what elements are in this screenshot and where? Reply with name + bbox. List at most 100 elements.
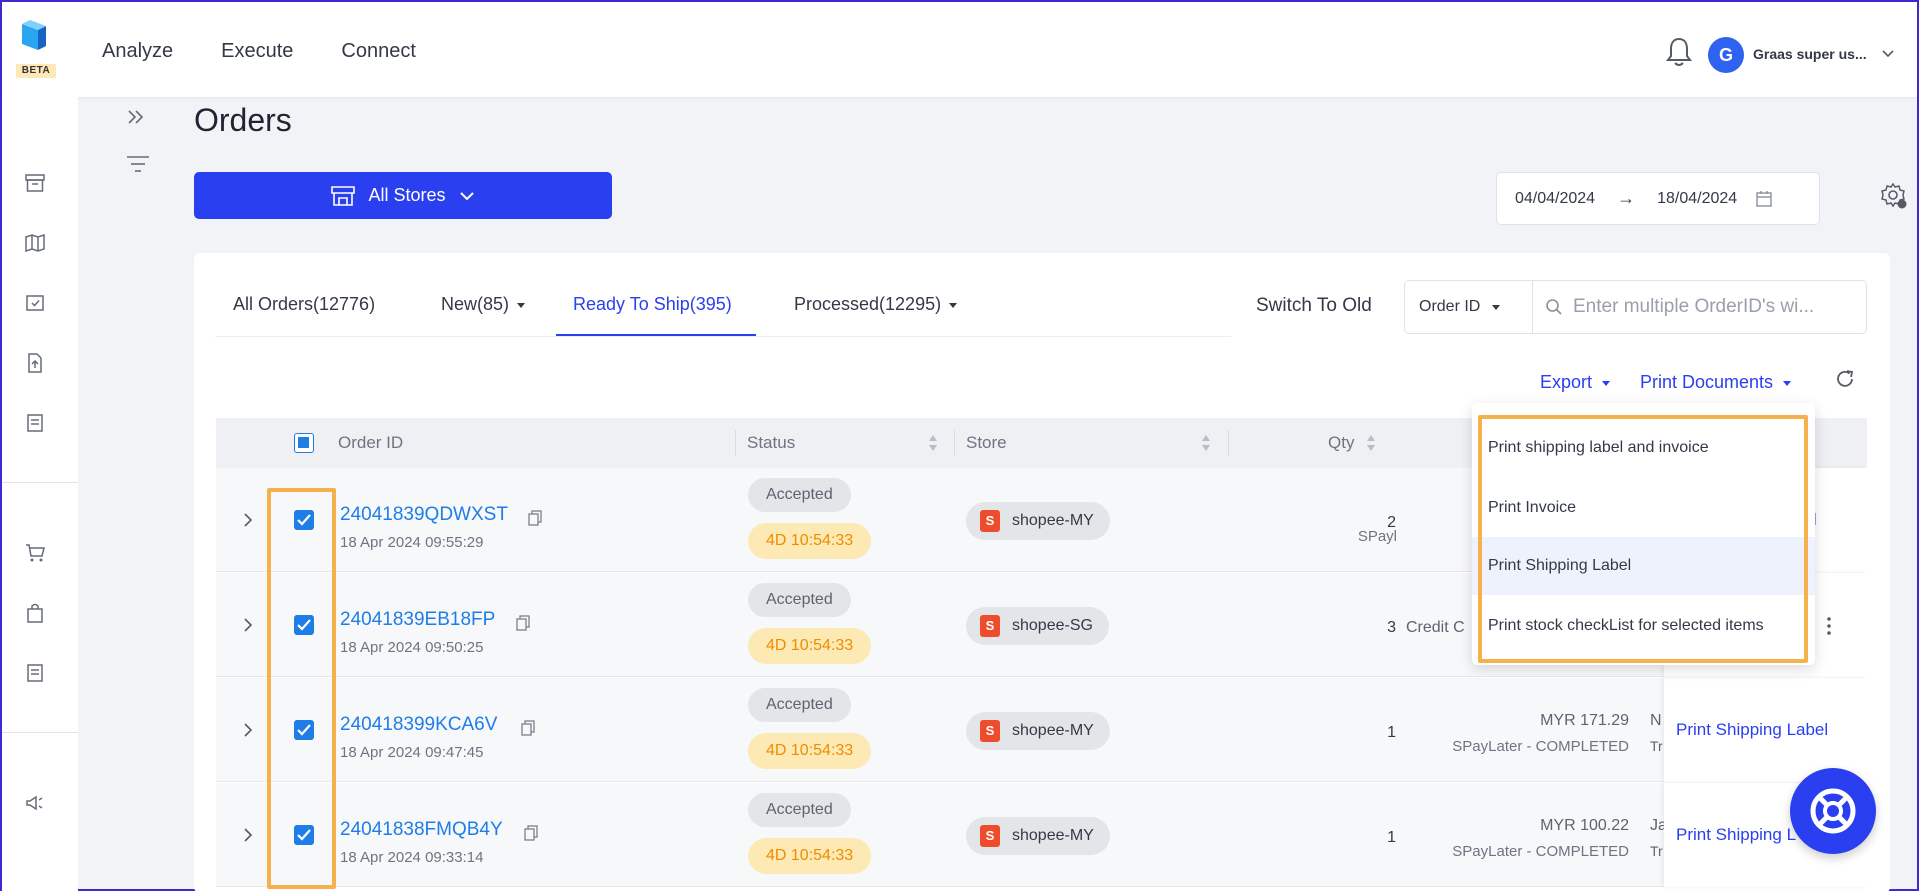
shopee-icon: S bbox=[980, 510, 1000, 532]
beta-badge: BETA bbox=[16, 64, 56, 78]
username[interactable]: Graas super us... bbox=[1753, 46, 1867, 62]
caret-down-icon bbox=[1602, 380, 1611, 386]
kebab-menu-icon[interactable] bbox=[1826, 616, 1832, 636]
all-stores-dropdown[interactable]: All Stores bbox=[194, 172, 612, 219]
chevron-right-icon[interactable] bbox=[242, 512, 254, 528]
chevron-down-icon bbox=[459, 191, 474, 200]
list-doc-icon[interactable] bbox=[24, 662, 46, 684]
tab-label: Processed(12295) bbox=[794, 294, 942, 314]
store-name: shopee-MY bbox=[1012, 722, 1094, 739]
order-date: 18 Apr 2024 09:33:14 bbox=[340, 849, 484, 866]
nav-execute[interactable]: Execute bbox=[221, 40, 293, 63]
top-nav: Analyze Execute Connect bbox=[102, 40, 416, 63]
timer-badge: 4D 10:54:33 bbox=[748, 838, 872, 874]
qty-value: 3 bbox=[1387, 619, 1396, 636]
store-name: shopee-MY bbox=[1012, 512, 1094, 529]
copy-icon[interactable] bbox=[524, 825, 538, 841]
print-documents-dropdown[interactable]: Print Documents bbox=[1640, 372, 1792, 393]
caret-down-icon bbox=[1492, 304, 1501, 310]
date-arrow: → bbox=[1617, 188, 1636, 208]
switch-to-old-link[interactable]: Switch To Old bbox=[1256, 295, 1372, 317]
table-row[interactable]: 240418399KCA6V 18 Apr 2024 09:47:45 Acce… bbox=[216, 678, 1867, 782]
export-dropdown[interactable]: Export bbox=[1540, 372, 1611, 393]
timer-badge: 4D 10:54:33 bbox=[748, 628, 872, 664]
archive-icon[interactable] bbox=[24, 172, 46, 194]
copy-icon[interactable] bbox=[516, 615, 530, 631]
active-tab-indicator bbox=[556, 334, 756, 336]
customer-name: N bbox=[1650, 712, 1662, 729]
tab-ready-to-ship[interactable]: Ready To Ship(395) bbox=[573, 294, 732, 315]
col-order-id: Order ID bbox=[338, 433, 404, 452]
shopee-icon: S bbox=[980, 615, 1000, 637]
table-row[interactable]: 24041838FMQB4Y 18 Apr 2024 09:33:14 Acce… bbox=[216, 783, 1867, 887]
avatar[interactable]: G bbox=[1708, 37, 1744, 73]
timer-badge: 4D 10:54:33 bbox=[748, 523, 872, 559]
date-from: 04/04/2024 bbox=[1515, 189, 1596, 207]
status-badge: Accepted bbox=[748, 478, 851, 512]
sidebar-divider bbox=[2, 732, 78, 733]
order-date: 18 Apr 2024 09:50:25 bbox=[340, 639, 484, 656]
order-search-input[interactable] bbox=[1573, 296, 1853, 318]
store-pill: S shopee-MY bbox=[966, 502, 1110, 540]
order-id-link[interactable]: 24041838FMQB4Y bbox=[340, 819, 503, 841]
chevron-right-icon[interactable] bbox=[242, 827, 254, 843]
payment-method: Credit C bbox=[1406, 619, 1465, 636]
search-icon bbox=[1546, 299, 1562, 315]
tab-all-orders[interactable]: All Orders(12776) bbox=[233, 294, 375, 315]
copy-icon[interactable] bbox=[521, 720, 535, 736]
all-stores-label: All Stores bbox=[368, 185, 446, 205]
search-field-select[interactable]: Order ID bbox=[1405, 281, 1533, 333]
order-id-link[interactable]: 240418399KCA6V bbox=[340, 714, 497, 736]
col-status[interactable]: Status bbox=[747, 433, 795, 453]
sort-icon[interactable] bbox=[1201, 434, 1211, 452]
col-store[interactable]: Store bbox=[966, 433, 1007, 453]
file-upload-icon[interactable] bbox=[24, 352, 46, 374]
document-icon[interactable] bbox=[24, 412, 46, 434]
shopping-bag-icon[interactable] bbox=[24, 602, 46, 624]
order-search-group: Order ID bbox=[1404, 280, 1867, 334]
sort-icon[interactable] bbox=[928, 434, 938, 452]
timer-badge: 4D 10:54:33 bbox=[748, 733, 872, 769]
checkbox-column-highlight bbox=[267, 488, 336, 889]
order-date: 18 Apr 2024 09:47:45 bbox=[340, 744, 484, 761]
tracking-info: Tr bbox=[1650, 738, 1663, 754]
chevron-down-icon[interactable] bbox=[1880, 46, 1896, 62]
inbox-check-icon[interactable] bbox=[24, 292, 46, 314]
help-button[interactable] bbox=[1790, 768, 1876, 854]
calendar-icon bbox=[1756, 190, 1772, 207]
date-range-picker[interactable]: 04/04/2024 → 18/04/2024 bbox=[1496, 172, 1820, 225]
order-id-link[interactable]: 24041839EB18FP bbox=[340, 609, 495, 631]
print-documents-label: Print Documents bbox=[1640, 372, 1774, 392]
refresh-icon[interactable] bbox=[1834, 368, 1856, 390]
tab-processed[interactable]: Processed(12295) bbox=[794, 294, 958, 315]
nav-connect[interactable]: Connect bbox=[341, 40, 416, 63]
search-field-label: Order ID bbox=[1419, 298, 1481, 315]
filter-icon[interactable] bbox=[125, 154, 151, 174]
order-date: 18 Apr 2024 09:55:29 bbox=[340, 534, 484, 551]
cart-icon[interactable] bbox=[24, 542, 46, 564]
col-separator bbox=[1228, 430, 1229, 456]
order-id-link[interactable]: 24041839QDWXST bbox=[340, 504, 508, 526]
store-pill: S shopee-MY bbox=[966, 817, 1110, 855]
gear-icon[interactable] bbox=[1880, 182, 1908, 210]
expand-sidebar-icon[interactable] bbox=[125, 106, 147, 128]
caret-down-icon bbox=[1783, 380, 1792, 386]
copy-icon[interactable] bbox=[528, 510, 542, 526]
print-shipping-label-link[interactable]: Print Shipping Label bbox=[1676, 720, 1828, 740]
nav-analyze[interactable]: Analyze bbox=[102, 40, 173, 63]
sort-icon[interactable] bbox=[1366, 434, 1376, 452]
select-all-checkbox[interactable] bbox=[294, 433, 314, 453]
tab-label: All Orders(12776) bbox=[233, 294, 376, 314]
lifebuoy-icon bbox=[1810, 788, 1856, 834]
app-logo[interactable]: BETA bbox=[16, 20, 56, 82]
tab-new[interactable]: New(85) bbox=[441, 294, 526, 315]
megaphone-icon[interactable] bbox=[24, 792, 46, 814]
map-icon[interactable] bbox=[24, 232, 46, 254]
bell-icon[interactable] bbox=[1665, 36, 1693, 68]
status-badge: Accepted bbox=[748, 688, 851, 722]
tab-label: Ready To Ship(395) bbox=[573, 294, 732, 314]
chevron-right-icon[interactable] bbox=[242, 617, 254, 633]
chevron-right-icon[interactable] bbox=[242, 722, 254, 738]
col-qty[interactable]: Qty bbox=[1328, 433, 1354, 453]
print-shipping-label-link[interactable]: Print Shipping L bbox=[1676, 825, 1796, 845]
